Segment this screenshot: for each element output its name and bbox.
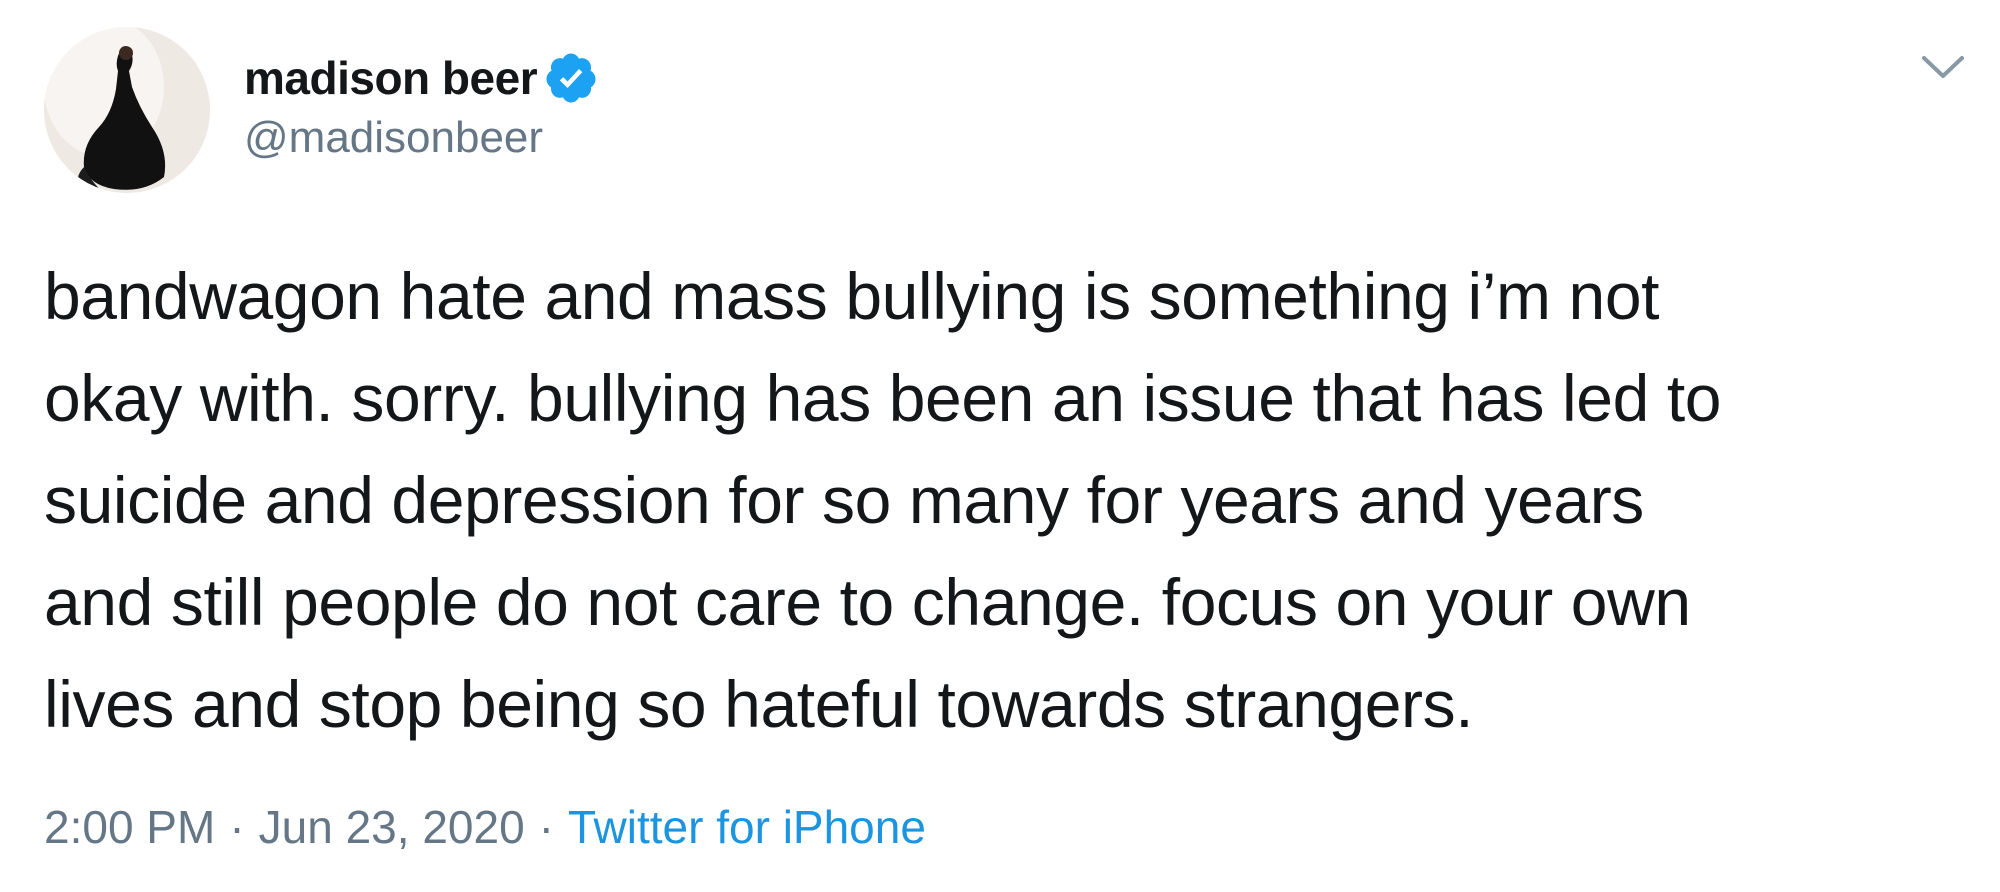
display-name[interactable]: madison beer xyxy=(244,51,538,105)
tweet-text-line: bandwagon hate and mass bullying is some… xyxy=(44,259,1660,333)
tweet-text-line: okay with. sorry. bullying has been an i… xyxy=(44,361,1722,435)
tweet-source-link[interactable]: Twitter for iPhone xyxy=(568,801,926,853)
tweet-card: madison beer @madisonbeer bandwagon hate… xyxy=(0,0,2000,892)
avatar-image xyxy=(44,27,210,193)
meta-separator: · xyxy=(229,801,245,853)
tweet-text: bandwagon hate and mass bullying is some… xyxy=(44,245,1984,755)
tweet-time[interactable]: 2:00 PM xyxy=(44,801,215,853)
avatar[interactable] xyxy=(44,27,210,193)
tweet-text-line: suicide and depression for so many for y… xyxy=(44,463,1644,537)
tweet-meta: 2:00 PM · Jun 23, 2020 · Twitter for iPhone xyxy=(44,800,926,854)
meta-separator: · xyxy=(538,801,554,853)
user-handle[interactable]: @madisonbeer xyxy=(244,113,543,163)
verified-badge-icon xyxy=(543,50,599,106)
name-row: madison beer xyxy=(244,48,599,108)
chevron-down-icon[interactable] xyxy=(1918,44,1968,88)
tweet-date[interactable]: Jun 23, 2020 xyxy=(259,801,525,853)
tweet-text-line: and still people do not care to change. … xyxy=(44,565,1691,639)
tweet-text-line: lives and stop being so hateful towards … xyxy=(44,667,1474,741)
